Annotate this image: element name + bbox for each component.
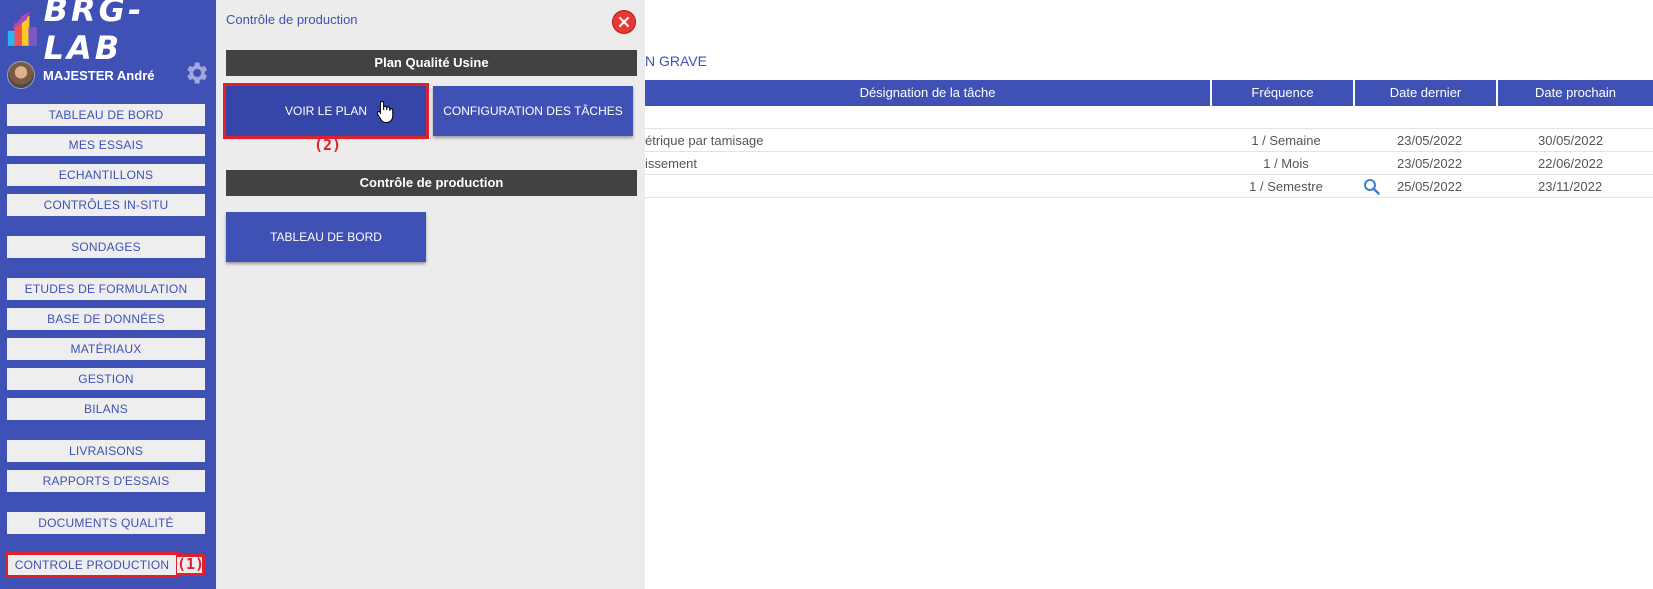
sidebar-item-sondages[interactable]: SONDAGES — [7, 236, 205, 258]
section-plan-qualite-usine: Plan Qualité Usine — [226, 50, 637, 76]
sidebar-item-mes-essais[interactable]: MES ESSAIS — [7, 134, 205, 156]
sidebar-item-base-de-donnees[interactable]: BASE DE DONNÉES — [7, 308, 205, 330]
production-control-panel: Contrôle de production Plan Qualité Usin… — [216, 0, 645, 589]
table-header: Désignation de la tâche Fréquence Date d… — [645, 80, 1653, 106]
sidebar-item-echantillons[interactable]: ECHANTILLONS — [7, 164, 205, 186]
configure-tasks-button[interactable]: CONFIGURATION DES TÂCHES — [433, 86, 633, 136]
table-row[interactable]: étrique par tamisage 1 / Semaine 23/05/2… — [645, 129, 1653, 152]
dashboard-button[interactable]: TABLEAU DE BORD — [226, 212, 426, 262]
sidebar-item-materiaux[interactable]: MATÉRIAUX — [7, 338, 205, 360]
sidebar-item-rapports-d-essais[interactable]: RAPPORTS D'ESSAIS — [7, 470, 205, 492]
hand-cursor-icon — [376, 100, 394, 123]
sidebar-item-tableau-de-bord[interactable]: TABLEAU DE BORD — [7, 104, 205, 126]
view-plan-button[interactable]: VOIR LE PLAN — [223, 83, 429, 139]
section-controle-de-production: Contrôle de production — [226, 170, 637, 196]
brg-lab-logo-icon — [7, 12, 37, 46]
cell-task: étrique par tamisage — [645, 133, 764, 148]
sidebar-item-bilans[interactable]: BILANS — [7, 398, 205, 420]
app-root: BRG-LAB MAJESTER André TABLEAU DE BORD M… — [0, 0, 1653, 589]
user-name: MAJESTER André — [43, 67, 155, 83]
cell-frequency: 1 / Mois — [1263, 156, 1309, 171]
column-header-task: Désignation de la tâche — [645, 80, 1212, 106]
table-row[interactable]: issement 1 / Mois 23/05/2022 22/06/2022 — [645, 152, 1653, 175]
close-button[interactable] — [612, 10, 636, 34]
close-icon — [619, 17, 629, 27]
column-header-last-date: Date dernier — [1355, 80, 1498, 106]
annotation-2: (2) — [314, 136, 342, 154]
user-info: MAJESTER André — [7, 60, 212, 90]
table-row[interactable]: 1 / Semestre 25/05/2022 23/11/2022 — [645, 175, 1653, 198]
cell-last-date: 25/05/2022 — [1397, 179, 1463, 194]
column-header-next-date: Date prochain — [1498, 80, 1653, 106]
cell-task: issement — [645, 156, 698, 171]
cell-last-date: 23/05/2022 — [1397, 133, 1463, 148]
sidebar-item-controles-in-situ[interactable]: CONTRÔLES IN-SITU — [7, 194, 205, 216]
annotation-1: (1) — [177, 555, 205, 573]
cell-next-date: 22/06/2022 — [1538, 156, 1604, 171]
sidebar-item-livraisons[interactable]: LIVRAISONS — [7, 440, 205, 462]
gear-icon[interactable] — [182, 59, 210, 87]
sidebar-item-etudes-de-formulation[interactable]: ETUDES DE FORMULATION — [7, 278, 205, 300]
logo: BRG-LAB — [6, 0, 211, 67]
cell-frequency: 1 / Semaine — [1251, 133, 1321, 148]
avatar[interactable] — [7, 61, 35, 89]
sidebar: BRG-LAB MAJESTER André TABLEAU DE BORD M… — [0, 0, 216, 589]
panel-title: Contrôle de production — [226, 12, 358, 27]
cell-last-date: 23/05/2022 — [1397, 156, 1463, 171]
table-group-row — [645, 106, 1653, 129]
search-icon[interactable] — [1363, 178, 1380, 195]
cell-next-date: 23/11/2022 — [1538, 179, 1603, 194]
sidebar-item-gestion[interactable]: GESTION — [7, 368, 205, 390]
sidebar-item-controle-production[interactable]: CONTROLE PRODUCTION — [5, 552, 179, 578]
cell-next-date: 30/05/2022 — [1538, 133, 1604, 148]
logo-text: BRG-LAB — [43, 0, 145, 67]
cell-frequency: 1 / Semestre — [1249, 179, 1323, 194]
main-content: N GRAVE Désignation de la tâche Fréquenc… — [645, 0, 1653, 589]
breadcrumb[interactable]: N GRAVE — [645, 53, 707, 69]
sidebar-item-documents-qualite[interactable]: DOCUMENTS QUALITÉ — [7, 512, 205, 534]
column-header-frequency: Fréquence — [1212, 80, 1355, 106]
